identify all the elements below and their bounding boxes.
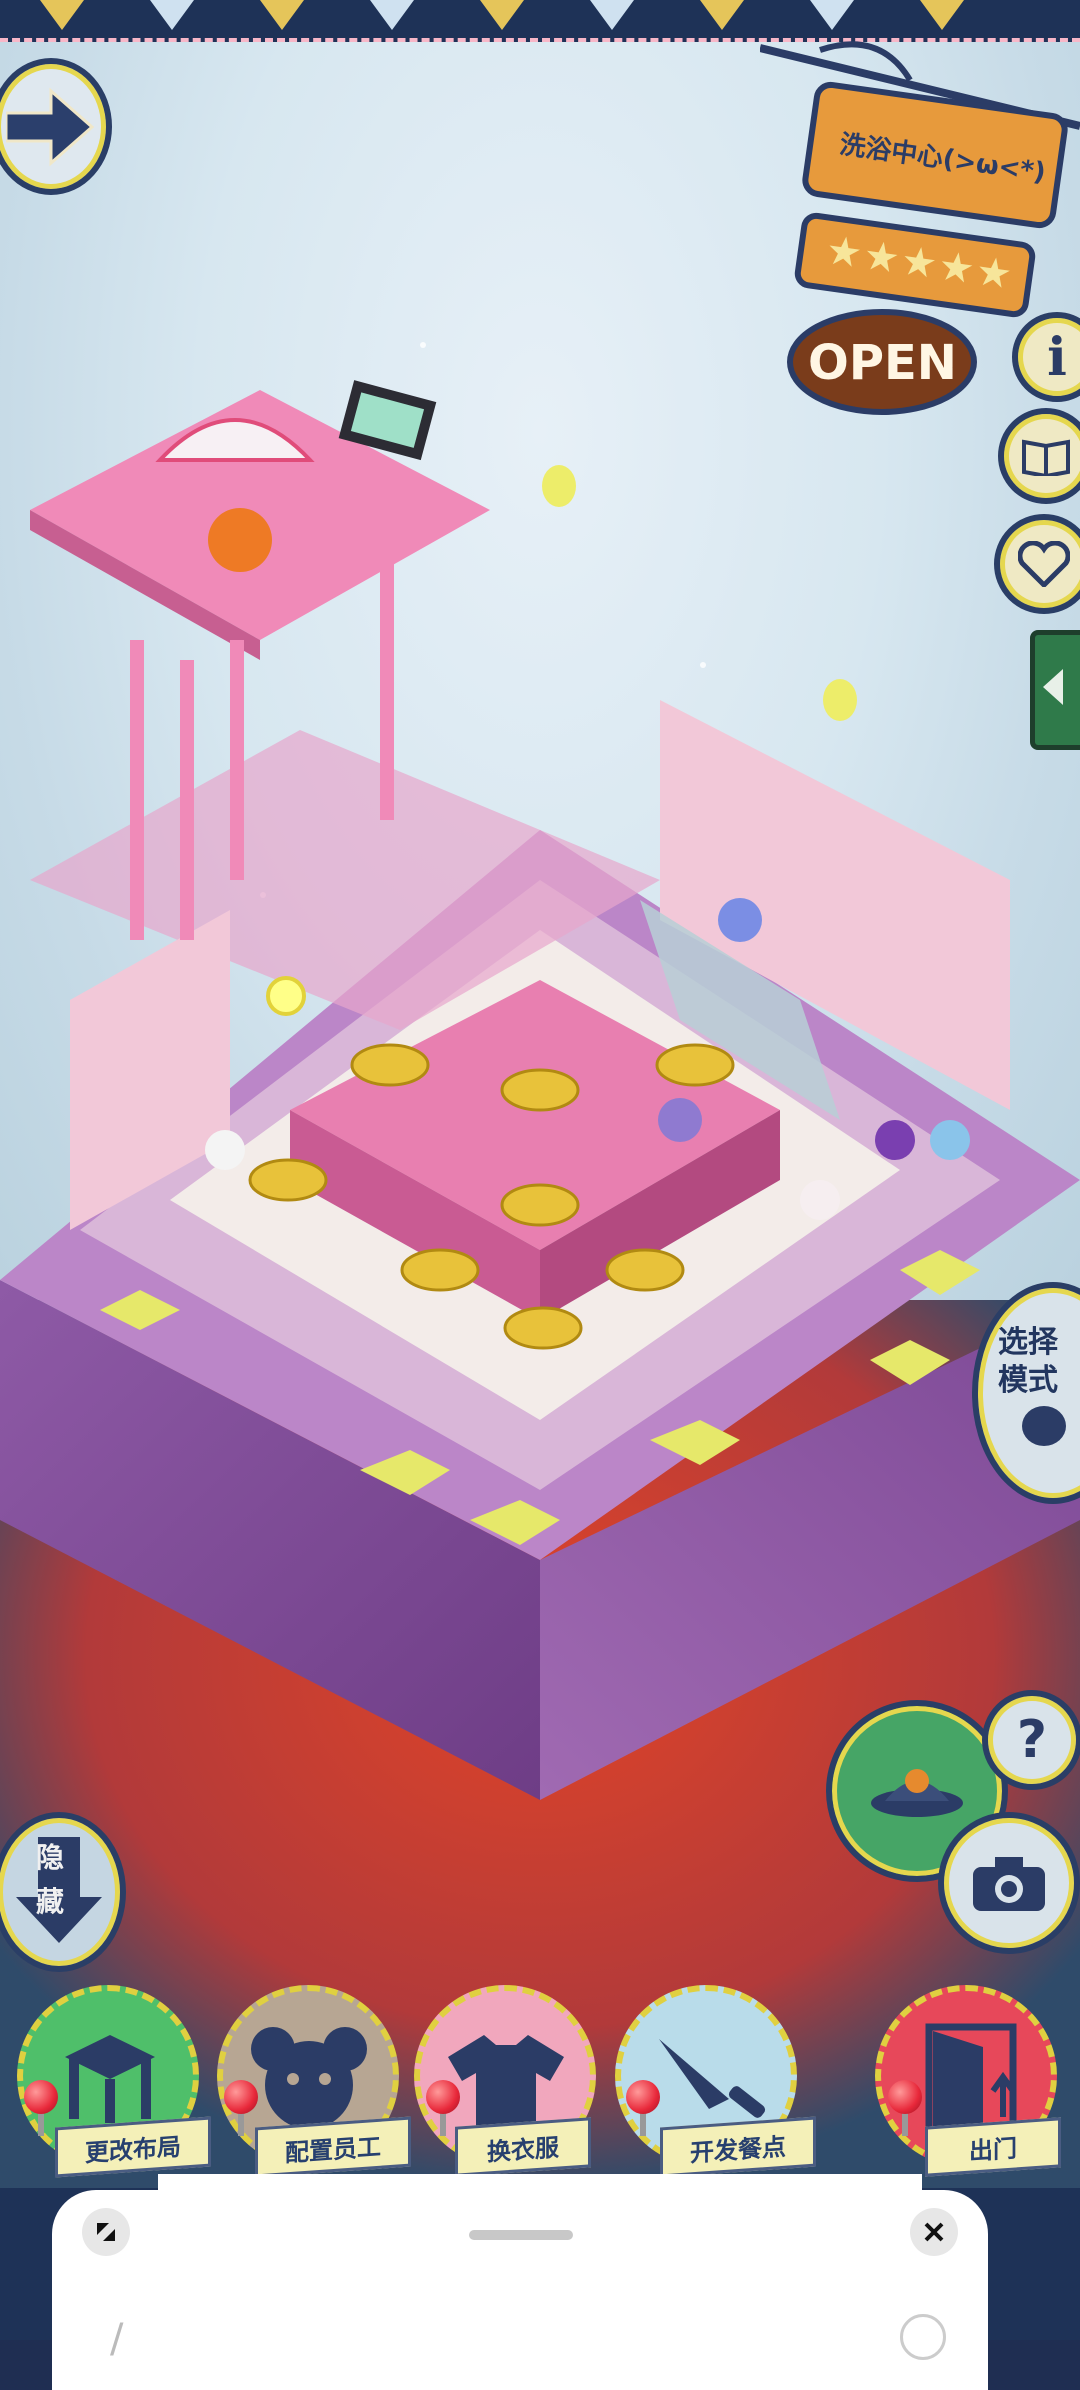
star-icon: ★ [935, 242, 980, 294]
shirt-icon [448, 2035, 564, 2127]
expand-icon[interactable] [82, 2208, 130, 2256]
open-sign[interactable]: OPEN [800, 335, 965, 391]
star-icon: ★ [973, 248, 1017, 299]
back-icon[interactable]: / [110, 2316, 123, 2362]
triangle-left-icon [1043, 669, 1063, 705]
sheet-drag-handle[interactable] [469, 2230, 573, 2240]
help-button[interactable]: ? [982, 1690, 1080, 1790]
bear-head-icon [251, 2027, 367, 2129]
book-icon [1022, 439, 1070, 476]
close-icon[interactable] [910, 2208, 958, 2256]
side-drawer-tab[interactable] [1030, 630, 1080, 750]
knife-icon [659, 2039, 766, 2118]
bear-head-icon [1022, 1406, 1066, 1446]
camera-icon [973, 1857, 1045, 1911]
menu-label-exit[interactable]: 出门 [925, 2117, 1061, 2177]
select-mode-label: 选择模式 [998, 1325, 1058, 1398]
star-icon: ★ [860, 232, 905, 284]
pin-icon [626, 2080, 660, 2114]
pin-icon [426, 2080, 460, 2114]
bottom-sheet[interactable]: / [52, 2190, 988, 2390]
camera-button[interactable] [938, 1812, 1080, 1954]
table-icon [65, 2035, 155, 2123]
pin-icon [224, 2080, 258, 2114]
pin-icon [24, 2080, 58, 2114]
star-icon: ★ [898, 237, 942, 289]
hat-icon [871, 1769, 963, 1817]
help-label: ? [1016, 1710, 1048, 1770]
pin-icon [888, 2080, 922, 2114]
download-icon[interactable] [900, 2314, 946, 2360]
info-icon: i [1047, 326, 1067, 388]
game-scene: 洗浴中心(>ω<*) ★★★★★ OPEN i 选择模式 ? 隐藏 更改布局 配… [0, 0, 1080, 2340]
ad-strip [158, 2174, 922, 2190]
heart-icon [1018, 541, 1070, 587]
arrow-right-icon [6, 87, 95, 166]
menu-label-outfit[interactable]: 换衣服 [455, 2117, 591, 2177]
hide-label: 隐藏 [36, 1841, 65, 1918]
